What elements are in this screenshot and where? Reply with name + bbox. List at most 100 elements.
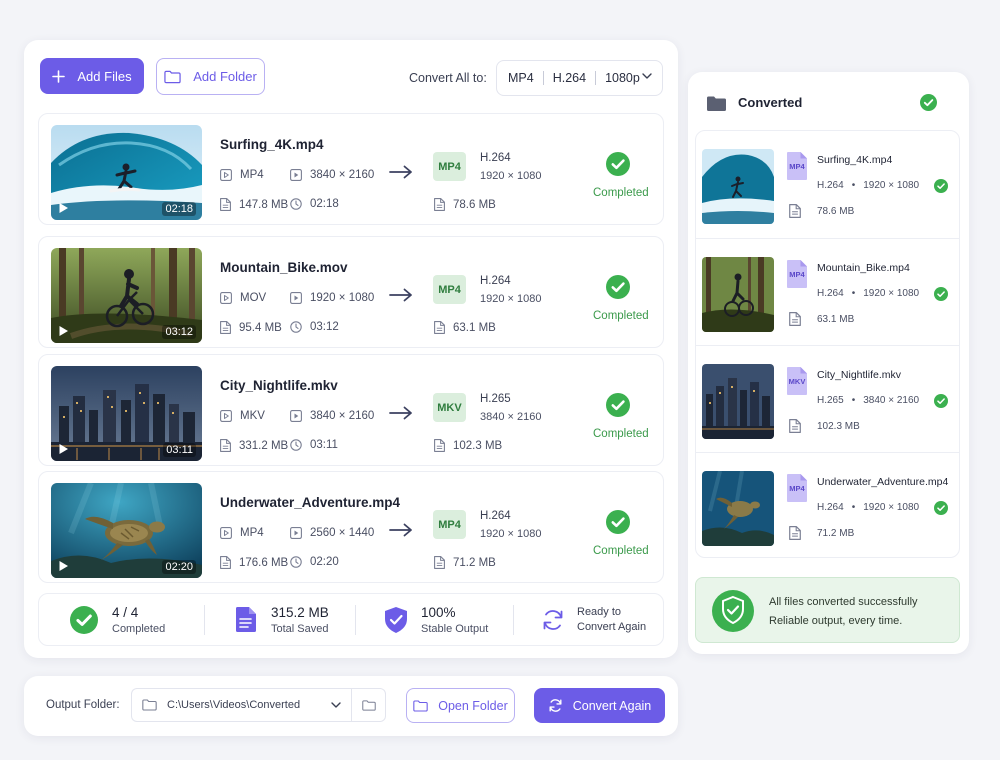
document-icon [789, 312, 801, 326]
input-size-value: 331.2 MB [239, 439, 289, 452]
input-format: MOV [220, 292, 266, 304]
folder-icon [142, 699, 157, 711]
add-folder-button[interactable]: Add Folder [156, 58, 265, 95]
document-icon [434, 556, 445, 569]
converted-thumbnail [702, 149, 774, 224]
stat-ready-line1: Ready to [577, 606, 622, 618]
status-text: Completed [593, 310, 649, 322]
stat-ready: Ready to Convert Again [514, 594, 646, 645]
document-icon [789, 204, 801, 218]
output-folder-label: Output Folder: [46, 699, 120, 711]
bullet-separator: • [851, 502, 856, 513]
input-duration: 03:11 [290, 439, 338, 451]
add-files-button[interactable]: Add Files [40, 58, 144, 94]
resolution: 1920 × 1080 [863, 288, 920, 299]
bullet-separator: • [851, 288, 856, 299]
file-row-underwater-adventure[interactable]: 02:20 Underwater_Adventure.mp4 MP4 2560 … [38, 471, 664, 583]
status-text: Completed [593, 428, 649, 440]
folder-icon [362, 700, 376, 711]
stat-total-saved: 315.2 MB Total Saved [205, 594, 355, 645]
output-resolution: 1920 × 1080 [480, 293, 542, 305]
document-icon [236, 607, 256, 632]
converted-item-mountain-bike[interactable]: MP4 Mountain_Bike.mp4 H.264 • 1920 × 1080 … [696, 238, 959, 345]
output-size: 102.3 MB [434, 439, 502, 452]
converted-file-specs: H.265 • 3840 × 2160 [817, 395, 919, 406]
input-format-value: MP4 [240, 169, 264, 181]
document-icon [220, 198, 231, 211]
input-resolution: 3840 × 2160 [290, 410, 374, 422]
stat-completed-label: Completed [112, 622, 166, 635]
check-circle-icon [920, 94, 937, 111]
play-icon[interactable] [57, 325, 69, 337]
chevron-down-icon [331, 702, 341, 708]
input-format-value: MP4 [240, 527, 264, 539]
folder-icon [164, 70, 181, 84]
codec: H.265 [817, 395, 844, 406]
input-duration: 02:18 [290, 198, 339, 210]
output-format-badge: MKV [433, 393, 466, 422]
stat-ready-line2: Convert Again [577, 621, 647, 633]
plus-icon [52, 69, 66, 83]
input-format: MP4 [220, 169, 264, 181]
file-row-mountain-bike[interactable]: 03:12 Mountain_Bike.mov MOV 1920 × 1080 … [38, 236, 664, 348]
convert-again-button[interactable]: Convert Again [534, 688, 665, 723]
file-row-surfing[interactable]: 02:18 Surfing_4K.mp4 MP4 3840 × 2160 147… [38, 113, 664, 225]
input-resolution-value: 1920 × 1080 [310, 292, 375, 304]
resolution-icon [290, 292, 302, 304]
output-bar: Output Folder: C:\Users\Videos\Converted… [24, 676, 678, 736]
output-size-value: 71.2 MB [453, 556, 496, 569]
status-text: Completed [593, 545, 649, 557]
converted-file-specs: H.264 • 1920 × 1080 [817, 288, 919, 299]
duration-badge: 02:20 [162, 560, 196, 574]
output-path: C:\Users\Videos\Converted [167, 699, 301, 711]
video-thumbnail-city-nightlife[interactable]: 03:11 [51, 366, 202, 461]
resolution-icon [290, 169, 302, 181]
converted-file-size: 78.6 MB [817, 206, 855, 217]
converted-file-specs: H.264 • 1920 × 1080 [817, 180, 919, 191]
play-icon[interactable] [57, 443, 69, 455]
document-icon [434, 198, 445, 211]
bullet-separator: • [851, 180, 856, 191]
output-codec: H.264 [480, 275, 511, 287]
play-icon[interactable] [57, 560, 69, 572]
add-files-label: Add Files [77, 68, 132, 84]
success-title: All files converted successfully [769, 596, 918, 608]
play-icon[interactable] [57, 202, 69, 214]
output-folder-select[interactable]: C:\Users\Videos\Converted [131, 688, 351, 722]
output-format-select[interactable]: MP4 H.264 1080p [496, 60, 663, 96]
video-thumbnail-underwater-adventure[interactable]: 02:20 [51, 483, 202, 578]
output-resolution: 1920 × 1080 [480, 528, 542, 540]
output-format-badge: MP4 [433, 510, 466, 539]
file-row-city-nightlife[interactable]: 03:11 City_Nightlife.mkv MKV 3840 × 2160… [38, 354, 664, 466]
converted-file-name: Surfing_4K.mp4 [817, 154, 893, 166]
browse-folder-button[interactable] [351, 688, 386, 722]
file-type-label: MKV [788, 377, 806, 386]
video-thumbnail-mountain-bike[interactable]: 03:12 [51, 248, 202, 343]
file-name: Mountain_Bike.mov [220, 260, 348, 275]
converted-panel: Converted MP4 Surfing_4K.mp4 H.264•192 [688, 72, 969, 654]
open-folder-button[interactable]: Open Folder [406, 688, 515, 723]
separator [595, 71, 597, 85]
input-size-value: 147.8 MB [239, 198, 289, 211]
resolution-icon [290, 527, 302, 539]
document-icon [220, 321, 231, 334]
check-circle-icon [606, 152, 630, 176]
input-duration-value: 03:12 [310, 321, 339, 333]
converted-item-surfing[interactable]: MP4 Surfing_4K.mp4 H.264 • 1920 × 1080 78.… [696, 131, 959, 238]
input-format: MP4 [220, 527, 264, 539]
stat-completed: 4 / 4 Completed [39, 594, 204, 645]
resolution: 1920 × 1080 [863, 180, 920, 191]
video-thumbnail-surfing[interactable]: 02:18 [51, 125, 202, 220]
converted-item-city-nightlife[interactable]: MKV City_Nightlife.mkv H.265 • 3840 × 2160… [696, 345, 959, 452]
clock-icon [290, 556, 302, 568]
converted-list: MP4 Surfing_4K.mp4 H.264 • 1920 × 1080 78.… [695, 130, 960, 558]
input-size: 147.8 MB [220, 198, 288, 211]
add-folder-label: Add Folder [193, 69, 257, 84]
success-subtitle: Reliable output, every time. [769, 615, 903, 627]
input-resolution-value: 3840 × 2160 [310, 410, 375, 422]
input-size: 176.6 MB [220, 556, 288, 569]
converted-item-underwater-adventure[interactable]: MP4 Underwater_Adventure.mp4 H.264 • 1920 … [696, 452, 959, 557]
conversion-summary: 4 / 4 Completed 315.2 MB Total Saved 100… [38, 593, 664, 646]
output-codec: H.264 [480, 510, 511, 522]
arrow-right-icon [389, 406, 413, 420]
